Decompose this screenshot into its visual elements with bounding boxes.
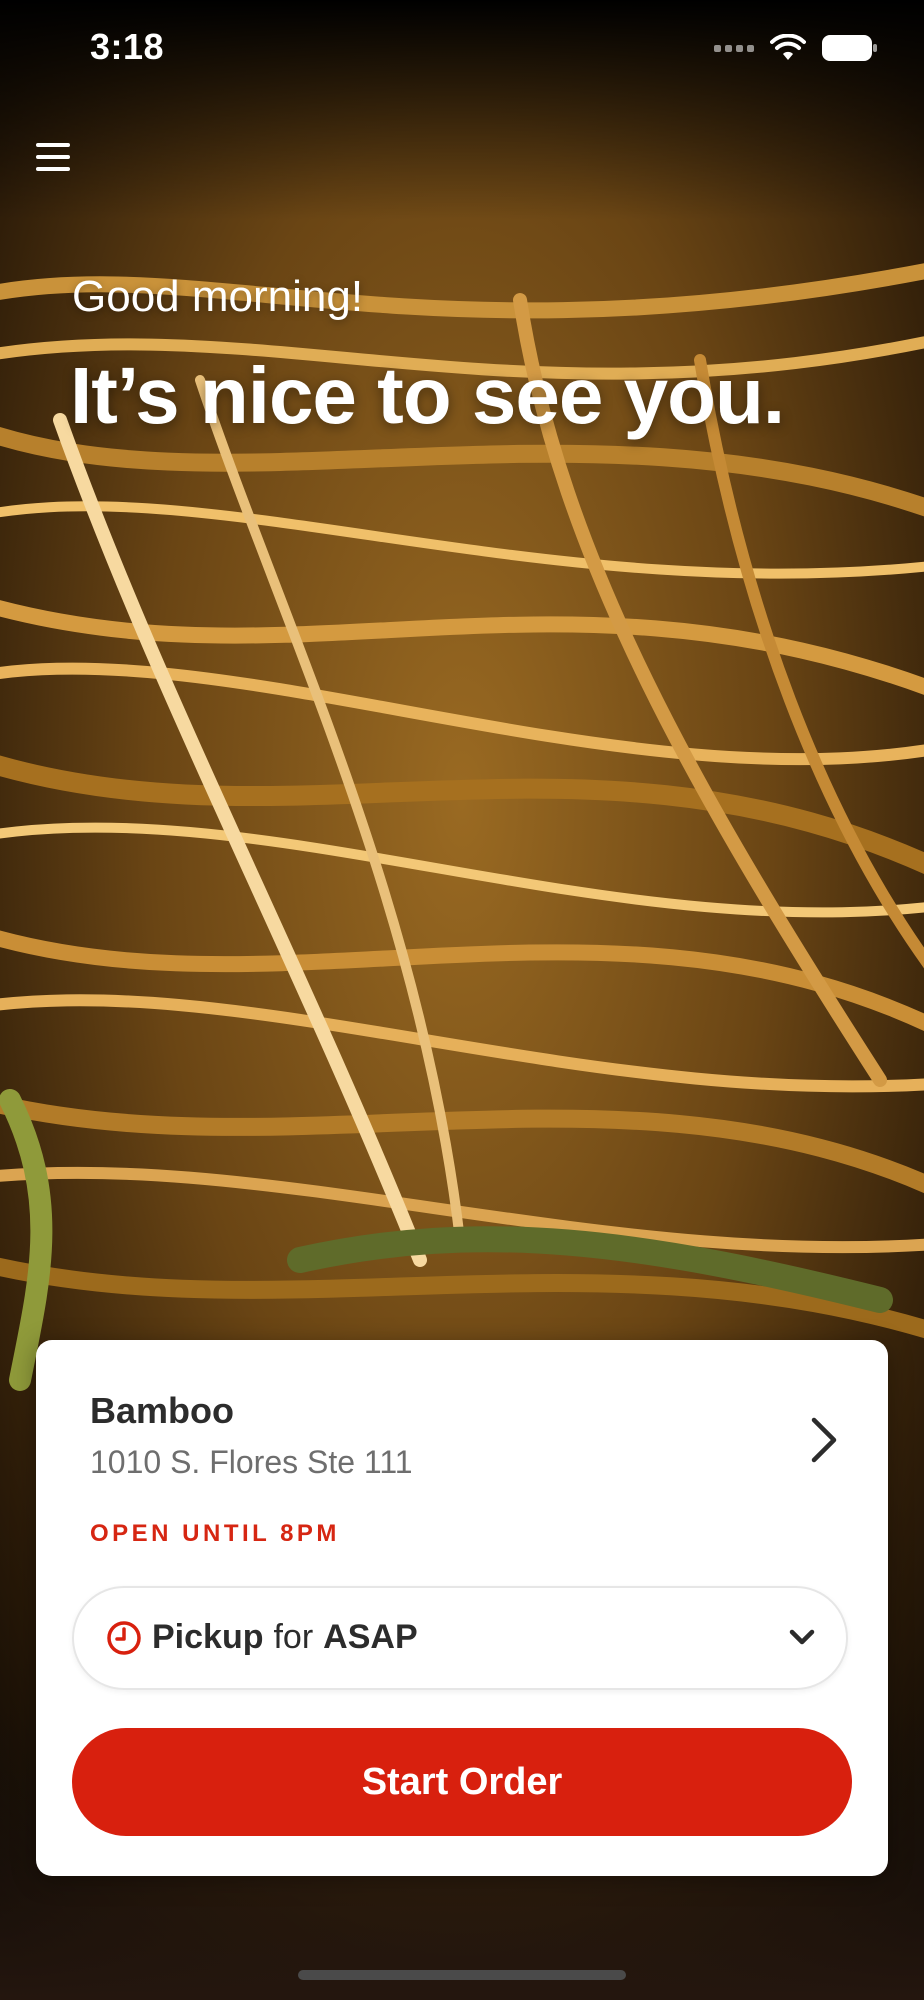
cellular-signal-icon bbox=[714, 44, 754, 52]
status-icons bbox=[714, 34, 878, 62]
home-indicator[interactable] bbox=[298, 1970, 626, 1980]
clock-icon bbox=[106, 1620, 142, 1656]
greeting-text: Good morning! bbox=[72, 272, 364, 321]
restaurant-name[interactable]: Bamboo bbox=[90, 1390, 234, 1432]
location-card: Bamboo 1010 S. Flores Ste 111 OPEN UNTIL… bbox=[36, 1340, 888, 1876]
open-status-text: OPEN UNTIL 8PM bbox=[90, 1520, 340, 1547]
hamburger-menu-icon[interactable] bbox=[34, 140, 74, 174]
home-screen: 3:18 Good morning! It’s nice to see you. bbox=[0, 0, 924, 2000]
order-mode-selector[interactable]: Pickup for ASAP bbox=[72, 1586, 848, 1690]
start-order-button[interactable]: Start Order bbox=[72, 1728, 852, 1836]
chevron-right-icon[interactable] bbox=[806, 1414, 842, 1466]
wifi-icon bbox=[770, 34, 806, 60]
page-headline: It’s nice to see you. bbox=[70, 351, 785, 440]
chevron-down-icon bbox=[788, 1626, 816, 1648]
order-mode-type: Pickup bbox=[152, 1618, 264, 1656]
status-bar: 3:18 bbox=[0, 0, 924, 100]
status-time: 3:18 bbox=[90, 26, 165, 67]
restaurant-address[interactable]: 1010 S. Flores Ste 111 bbox=[90, 1444, 413, 1481]
order-mode-connector: for bbox=[273, 1618, 314, 1656]
battery-icon bbox=[822, 35, 877, 61]
order-mode-text: Pickup for ASAP bbox=[152, 1618, 418, 1657]
order-mode-time: ASAP bbox=[323, 1618, 418, 1656]
